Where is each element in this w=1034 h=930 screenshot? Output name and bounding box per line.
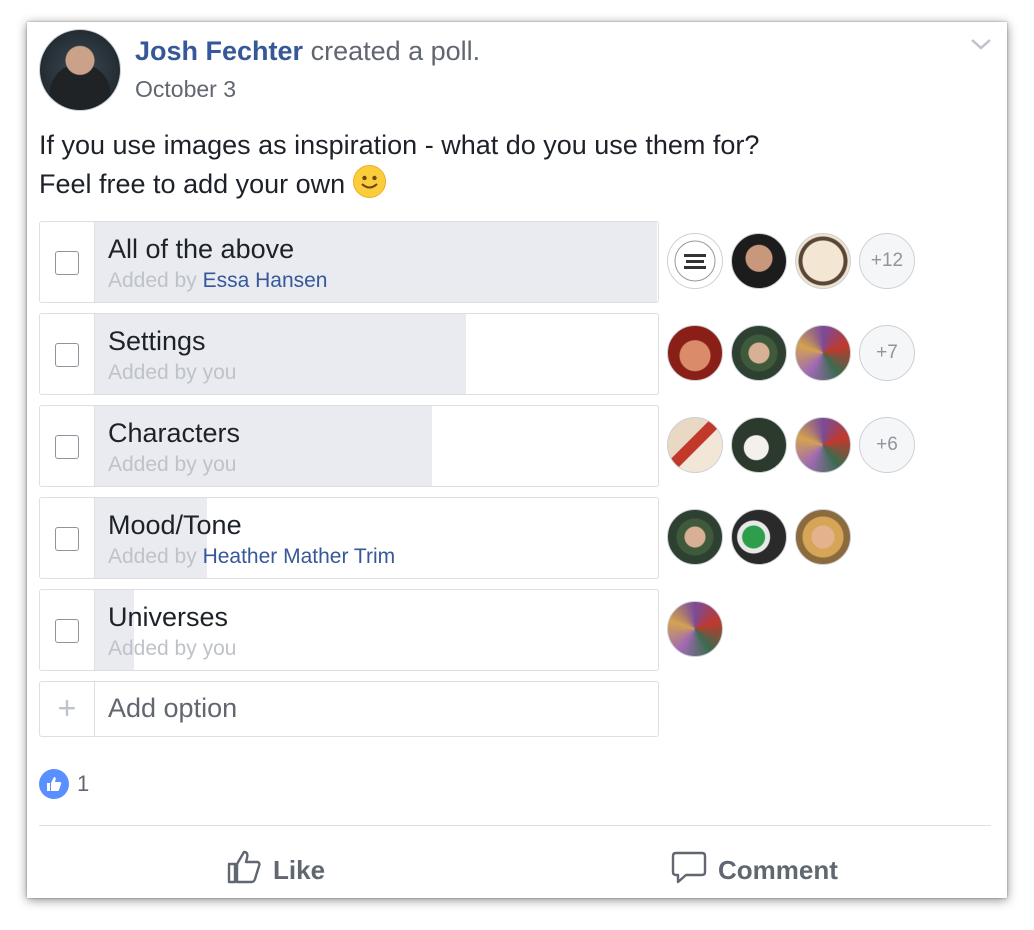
option-checkbox[interactable]: [55, 251, 79, 275]
option-checkbox[interactable]: [55, 343, 79, 367]
plus-icon: +: [40, 682, 95, 736]
red-face-avatar[interactable]: [667, 325, 723, 381]
post-header: Josh Fechter created a poll.: [135, 36, 480, 67]
man-cap-avatar[interactable]: [731, 325, 787, 381]
like-icon: [39, 769, 69, 799]
option-checkbox[interactable]: [55, 435, 79, 459]
added-by-prefix: Added by: [108, 453, 203, 476]
question-line-2: Feel free to add your own: [39, 169, 346, 199]
colorful-avatar[interactable]: [795, 325, 851, 381]
added-by-link[interactable]: Heather Mather Trim: [203, 545, 396, 568]
blonde-woman-avatar[interactable]: [795, 509, 851, 565]
checkbox-cell: [40, 498, 95, 578]
colorful-avatar[interactable]: [795, 417, 851, 473]
added-by-name: you: [202, 453, 237, 476]
checkbox-cell: [40, 406, 95, 486]
colorful-avatar[interactable]: [667, 601, 723, 657]
option-voters: +7: [667, 325, 915, 381]
added-by-name: you: [202, 361, 237, 384]
question-line-1: If you use images as inspiration - what …: [39, 130, 760, 160]
comment-button-label: Comment: [718, 855, 838, 885]
added-by-link[interactable]: Essa Hansen: [203, 269, 328, 292]
question-line-2-wrap: Feel free to add your own: [39, 165, 759, 204]
option-added-by: Added by you: [108, 453, 236, 477]
added-by-name: you: [202, 637, 237, 660]
like-count: 1: [77, 771, 90, 796]
option-label: Mood/Tone: [108, 510, 242, 540]
poll-post-card: Josh Fechter created a poll. October 3 I…: [27, 22, 1007, 898]
emblem-avatar[interactable]: [795, 233, 851, 289]
option-label: Characters: [108, 418, 241, 448]
reactions-summary[interactable]: 1: [39, 769, 89, 799]
poll-option[interactable]: Characters Added by you: [39, 405, 659, 487]
poll-option[interactable]: Universes Added by you: [39, 589, 659, 671]
comment-button[interactable]: Comment: [670, 848, 838, 893]
add-option-label: Add option: [108, 693, 238, 723]
checkbox-cell: [40, 314, 95, 394]
added-by-prefix: Added by: [108, 361, 203, 384]
chevron-down-icon[interactable]: [969, 32, 993, 56]
thumbs-up-icon: [225, 848, 263, 893]
option-voters: +12: [667, 233, 915, 289]
option-checkbox[interactable]: [55, 527, 79, 551]
writer-avatar[interactable]: [667, 233, 723, 289]
post-action-text: created a poll.: [310, 36, 481, 66]
added-by-prefix: Added by: [108, 545, 203, 568]
option-voters: +6: [667, 417, 915, 473]
more-voters-count[interactable]: +6: [859, 417, 915, 473]
added-by-prefix: Added by: [108, 269, 203, 292]
divider: [39, 825, 991, 826]
room-avatar[interactable]: [667, 417, 723, 473]
poll-option[interactable]: Mood/Tone Added by Heather Mather Trim: [39, 497, 659, 579]
option-added-by: Added by you: [108, 637, 236, 661]
add-option-button[interactable]: + Add option: [39, 681, 659, 737]
more-voters-count[interactable]: +7: [859, 325, 915, 381]
option-label: All of the above: [108, 234, 295, 264]
wedding-avatar[interactable]: [731, 417, 787, 473]
mask-avatar[interactable]: [731, 509, 787, 565]
comment-bubble-icon: [670, 848, 708, 893]
author-name-link[interactable]: Josh Fechter: [135, 36, 303, 66]
option-added-by: Added by Essa Hansen: [108, 269, 327, 293]
option-checkbox[interactable]: [55, 619, 79, 643]
man-cap-avatar[interactable]: [667, 509, 723, 565]
woman-glasses-avatar[interactable]: [731, 233, 787, 289]
post-date[interactable]: October 3: [135, 76, 236, 103]
poll-option[interactable]: Settings Added by you: [39, 313, 659, 395]
option-voters: [667, 509, 851, 565]
author-avatar[interactable]: [39, 29, 121, 111]
like-button-label: Like: [273, 855, 326, 885]
like-button[interactable]: Like: [225, 848, 325, 893]
checkbox-cell: [40, 590, 95, 670]
option-added-by: Added by you: [108, 361, 236, 385]
added-by-prefix: Added by: [108, 637, 203, 660]
option-label: Settings: [108, 326, 206, 356]
smiley-emoji-icon: [352, 165, 386, 198]
poll-option[interactable]: All of the above Added by Essa Hansen: [39, 221, 659, 303]
option-voters: [667, 601, 723, 657]
option-label: Universes: [108, 602, 229, 632]
option-added-by: Added by Heather Mather Trim: [108, 545, 395, 569]
post-question: If you use images as inspiration - what …: [39, 126, 759, 204]
checkbox-cell: [40, 222, 95, 302]
more-voters-count[interactable]: +12: [859, 233, 915, 289]
